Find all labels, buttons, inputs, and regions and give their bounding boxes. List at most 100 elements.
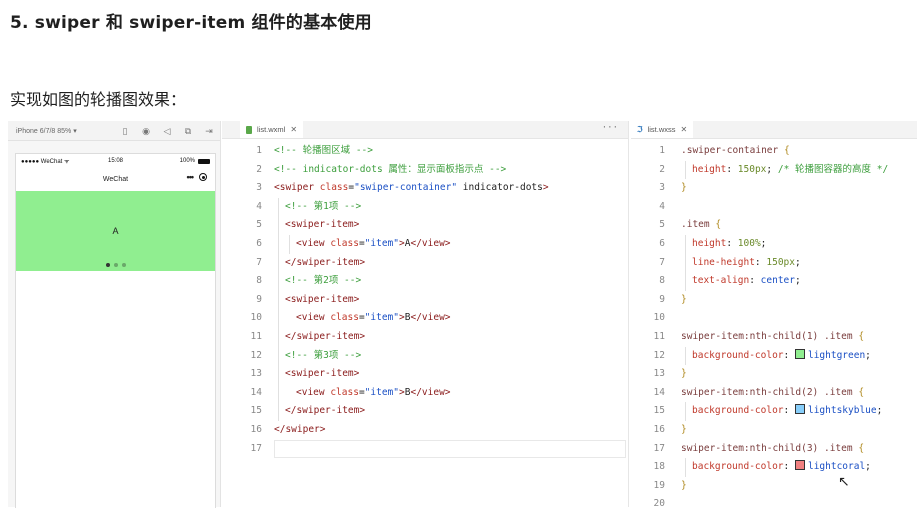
close-miniprogram-icon[interactable] <box>199 173 207 181</box>
code-text: background-color: lightskyblue; <box>692 404 883 417</box>
code-line[interactable]: 12 background-color: lightgreen; <box>631 347 917 366</box>
code-text: swiper-item:nth-child(1) .item { <box>681 330 865 342</box>
line-number: 1 <box>256 145 262 156</box>
code-line[interactable]: 8 text-align: center; <box>631 272 917 291</box>
indent-guide <box>685 160 686 180</box>
device-select[interactable]: iPhone 6/7/8 85% ▾ <box>16 127 77 135</box>
css-file-icon: ℑ <box>637 125 643 134</box>
code-line[interactable]: 2 <!-- indicator-dots 属性：显示面板指示点 --> <box>222 161 628 180</box>
code-line[interactable]: 5 <swiper-item> <box>222 216 628 235</box>
code-text: line-height: 150px; <box>692 256 801 268</box>
line-number: 11 <box>653 330 665 342</box>
tab-list-wxml[interactable]: list.wxml ✕ <box>240 121 304 138</box>
status-time: 15:08 <box>107 158 123 164</box>
code-line[interactable]: 9 <swiper-item> <box>222 291 628 310</box>
close-icon[interactable]: ✕ <box>290 125 297 134</box>
code-text: <!-- indicator-dots 属性：显示面板指示点 --> <box>274 163 507 175</box>
code-line[interactable]: 4 <box>631 198 917 217</box>
line-number: 12 <box>653 349 665 361</box>
code-text: } <box>681 293 687 305</box>
code-line[interactable]: 11 </swiper-item> <box>222 328 628 347</box>
code-line[interactable]: 1 .swiper-container { <box>631 142 917 161</box>
code-line[interactable]: 10 <box>631 309 917 328</box>
capsule-menu[interactable]: ••• <box>187 172 207 182</box>
code-line[interactable]: 18 background-color: lightcoral; <box>631 458 917 477</box>
line-number: 7 <box>256 256 262 268</box>
more-icon[interactable]: ••• <box>187 172 195 182</box>
page-heading: 5. swiper 和 swiper-item 组件的基本使用 <box>10 13 372 33</box>
code-line[interactable]: 3} <box>631 179 917 198</box>
line-number: 6 <box>256 237 262 249</box>
code-line[interactable]: 9} <box>631 291 917 310</box>
swiper-container[interactable]: A <box>16 191 215 271</box>
record-icon[interactable]: ◉ <box>141 126 151 136</box>
color-swatch[interactable] <box>794 460 805 471</box>
indicator-dot[interactable] <box>121 263 126 267</box>
code-line[interactable]: 4 <!-- 第1项 --> <box>222 198 628 217</box>
indent-guide <box>685 458 686 477</box>
code-line[interactable]: 8 <!-- 第2项 --> <box>222 272 628 291</box>
code-line[interactable]: 3 <swiper class="swiper-container" indica… <box>222 179 628 198</box>
phone-icon[interactable]: ▯ <box>120 126 130 136</box>
line-number: 8 <box>256 275 262 287</box>
wxml-editor[interactable]: list.wxml ✕ ··· 1 <!-- 轮播图区域 --> 2 <!-- ind… <box>222 121 629 507</box>
line-number: 1 <box>659 145 665 156</box>
code-line[interactable]: 15 </swiper-item> <box>222 402 628 421</box>
code-line[interactable]: 13} <box>631 365 917 384</box>
close-icon[interactable]: ✕ <box>681 125 688 134</box>
line-number: 4 <box>659 200 665 212</box>
code-text: <!-- 第2项 --> <box>285 275 362 287</box>
code-line[interactable]: 19} <box>631 477 917 496</box>
more-actions-icon[interactable]: ··· <box>602 123 618 133</box>
wxml-file-icon <box>246 125 252 134</box>
code-line[interactable]: 11 swiper-item:nth-child(1) .item { <box>631 328 917 347</box>
code-line[interactable]: 7 </swiper-item> <box>222 254 628 273</box>
tab-label: list.wxss <box>647 125 676 134</box>
wxss-tabbar: ℑ list.wxss ✕ <box>631 121 917 139</box>
wxml-code-area[interactable]: 1 <!-- 轮播图区域 --> 2 <!-- indicator-dots 属性：显… <box>222 139 628 459</box>
code-line[interactable]: 1 <!-- 轮播图区域 --> <box>222 142 628 161</box>
code-line[interactable]: 16 </swiper> <box>222 421 628 440</box>
code-line[interactable]: 15 background-color: lightskyblue; <box>631 402 917 421</box>
tab-list-wxss[interactable]: ℑ list.wxss ✕ <box>631 121 694 138</box>
status-battery-text: 100% <box>179 158 195 164</box>
color-swatch[interactable] <box>794 404 805 415</box>
line-number: 5 <box>256 219 262 231</box>
code-line[interactable]: 5 .item { <box>631 216 917 235</box>
indicator-dot[interactable] <box>113 263 118 267</box>
code-line[interactable]: 20 <box>631 495 917 514</box>
code-text: </swiper-item> <box>285 256 366 268</box>
code-text: height: 100%; <box>692 237 767 249</box>
compile-icon[interactable]: ⇥ <box>204 126 214 136</box>
code-line[interactable]: 14 <view class="item">B</view> <box>222 384 628 403</box>
speaker-icon[interactable]: ◁ <box>162 126 172 136</box>
code-line[interactable]: 10 <view class="item">B</view> <box>222 309 628 328</box>
line-number: 9 <box>256 293 262 305</box>
line-number: 4 <box>256 200 262 212</box>
code-line[interactable]: 2 height: 150px; /* 轮播图容器的高度 */ <box>631 161 917 180</box>
code-line[interactable]: 7 line-height: 150px; <box>631 254 917 273</box>
line-number: 10 <box>653 312 665 324</box>
wxss-editor[interactable]: ℑ list.wxss ✕ 1 .swiper-container { 2 heigh… <box>631 121 917 509</box>
code-text: .swiper-container { <box>681 145 790 156</box>
line-number: 9 <box>659 293 665 305</box>
color-swatch[interactable] <box>794 348 805 359</box>
swiper-item-text: A <box>112 226 119 236</box>
code-text: <!-- 第1项 --> <box>285 200 362 212</box>
line-number: 8 <box>659 275 665 287</box>
code-line[interactable]: 6 <view class="item">A</view> <box>222 235 628 254</box>
window-icon[interactable]: ⧉ <box>183 126 193 136</box>
code-line[interactable]: 12 <!-- 第3项 --> <box>222 347 628 366</box>
wxss-code-area[interactable]: 1 .swiper-container { 2 height: 150px; /* 轮… <box>631 139 917 514</box>
code-text: </swiper-item> <box>285 330 366 342</box>
code-line[interactable]: 14 swiper-item:nth-child(2) .item { <box>631 384 917 403</box>
line-number: 7 <box>659 256 665 268</box>
code-line[interactable]: 6 height: 100%; <box>631 235 917 254</box>
line-number: 16 <box>653 423 665 435</box>
indicator-dot[interactable] <box>105 263 110 267</box>
code-line[interactable]: 16} <box>631 421 917 440</box>
nav-title: WeChat <box>102 176 129 183</box>
code-line[interactable]: 17 swiper-item:nth-child(3) .item { <box>631 440 917 459</box>
code-text: <swiper-item> <box>285 219 360 231</box>
code-line[interactable]: 13 <swiper-item> <box>222 365 628 384</box>
